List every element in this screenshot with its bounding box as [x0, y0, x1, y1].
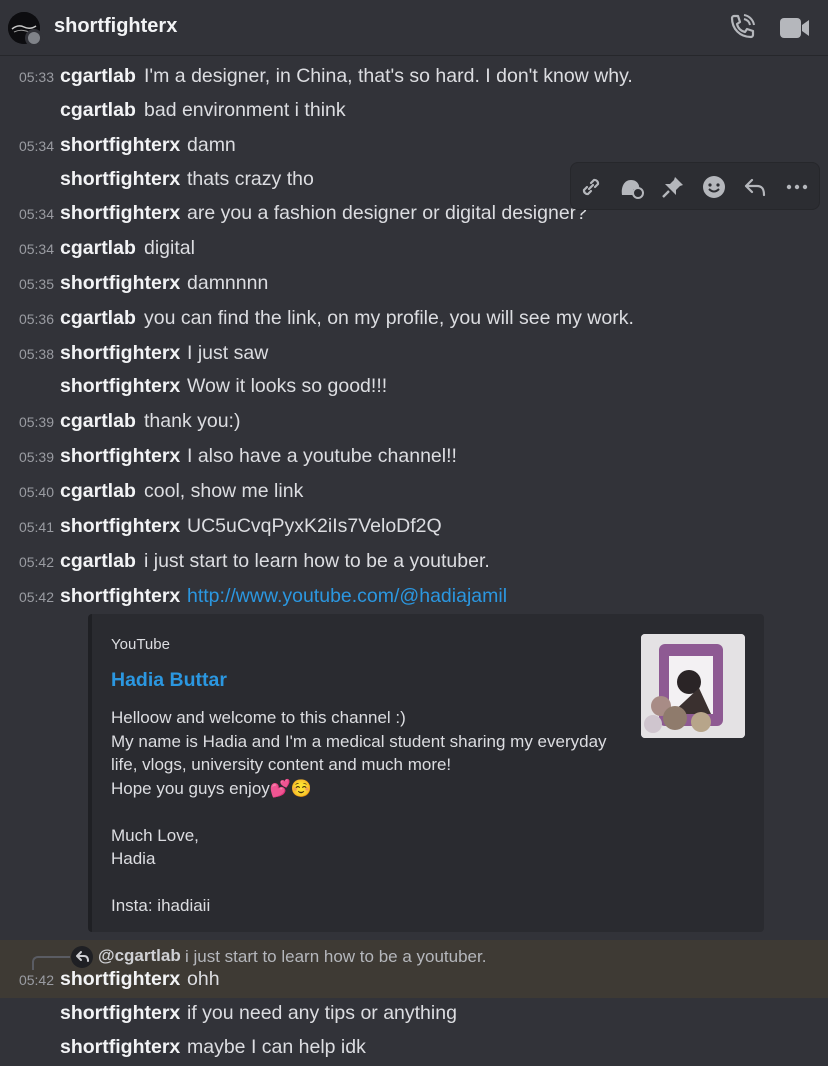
video-camera-icon[interactable] [779, 15, 811, 46]
embed-description-line: Much Love, [111, 825, 199, 845]
embed-description-line: Hope you guys enjoy💕☺️ [111, 778, 313, 798]
channel-header: shortfighterx [0, 0, 828, 56]
message-timestamp: 05:39 [18, 414, 54, 430]
message[interactable]: 05:34 shortfighterx damn [0, 130, 828, 164]
message-author[interactable]: cgartlab [60, 480, 136, 503]
message-author[interactable]: shortfighterx [60, 202, 180, 225]
embed-description-line: Hadia [111, 849, 156, 868]
message[interactable]: cgartlab bad environment i think [0, 95, 828, 129]
embed-description-line: life, vlogs, university content and much… [111, 755, 452, 774]
message-text: are you a fashion designer or digital de… [187, 202, 588, 224]
message-text: ohh [187, 968, 220, 990]
message-timestamp: 05:34 [18, 241, 54, 257]
message-author[interactable]: cgartlab [60, 99, 136, 122]
message-text: damn [187, 134, 236, 156]
message[interactable]: 05:40 cgartlab cool, show me link [0, 476, 828, 510]
message-timestamp: 05:41 [18, 519, 54, 535]
message[interactable]: 05:42 shortfighterx ohh [0, 964, 828, 998]
message[interactable]: 05:35 shortfighterx damnnnn [0, 268, 828, 302]
page-title: shortfighterx [54, 15, 178, 37]
embed-description-line: My name is Hadia and I'm a medical stude… [111, 731, 607, 751]
embed-description-line [111, 871, 607, 895]
message[interactable]: shortfighterx if you need any tips or an… [0, 998, 828, 1032]
embed-description-line: Helloow and welcome to this channel :) [111, 708, 406, 727]
message[interactable]: 05:42 cgartlab i just start to learn how t… [0, 546, 828, 580]
message-text: damnnnn [187, 272, 269, 294]
link-embed: YouTube Hadia Buttar Helloow and welcome… [88, 614, 764, 932]
message-timestamp: 05:35 [18, 276, 54, 292]
message[interactable]: 05:42 shortfighterx http://www.youtube.com… [0, 581, 828, 615]
message-author[interactable]: shortfighterx [60, 585, 180, 608]
message[interactable]: shortfighterx maybe I can help idk [0, 1032, 828, 1066]
message-timestamp: 05:42 [18, 972, 54, 988]
embed-description-line [111, 800, 607, 824]
embed-description: Helloow and welcome to this channel :) My… [111, 706, 607, 918]
message-text: cool, show me link [144, 480, 304, 502]
phone-call-icon[interactable] [728, 14, 758, 47]
message-author[interactable]: shortfighterx [60, 515, 180, 538]
message-text: i just start to learn how to be a youtub… [144, 550, 490, 572]
link-icon[interactable] [579, 175, 603, 199]
message-author[interactable]: shortfighterx [60, 168, 180, 191]
message-author[interactable]: shortfighterx [60, 968, 180, 991]
pin-icon[interactable] [661, 175, 685, 199]
message-text: bad environment i think [144, 99, 346, 121]
message-timestamp: 05:39 [18, 449, 54, 465]
embed-description-line: Insta: ihadiaii [111, 896, 211, 915]
message[interactable]: 05:39 cgartlab thank you:) [0, 406, 828, 440]
message-author[interactable]: shortfighterx [60, 375, 180, 398]
embed-title[interactable]: Hadia Buttar [111, 669, 227, 692]
embed-thumbnail[interactable] [641, 634, 745, 738]
message-text: I just saw [187, 342, 269, 364]
message[interactable]: 05:41 shortfighterx UC5uCvqPyxK2iIs7VeloDf… [0, 511, 828, 545]
message-author[interactable]: cgartlab [60, 410, 136, 433]
message-text: UC5uCvqPyxK2iIs7VeloDf2Q [187, 515, 442, 537]
message-timestamp: 05:34 [18, 206, 54, 222]
message-actions-toolbar [570, 162, 820, 210]
message-timestamp: 05:38 [18, 346, 54, 362]
message-author[interactable]: cgartlab [60, 65, 136, 88]
message-author[interactable]: cgartlab [60, 237, 136, 260]
message-text: thats crazy tho [187, 168, 314, 190]
message-timestamp: 05:34 [18, 138, 54, 154]
message-author[interactable]: cgartlab [60, 307, 136, 330]
message-timestamp: 05:42 [18, 589, 54, 605]
message-author[interactable]: shortfighterx [60, 134, 180, 157]
message-author[interactable]: shortfighterx [60, 272, 180, 295]
message-author[interactable]: shortfighterx [60, 1002, 180, 1025]
message[interactable]: 05:34 cgartlab digital [0, 233, 828, 267]
message-text: I'm a designer, in China, that's so hard… [144, 65, 633, 87]
message[interactable]: shortfighterx Wow it looks so good!!! [0, 371, 828, 405]
reply-reference-author[interactable]: @cgartlab [98, 946, 181, 966]
message[interactable]: 05:36 cgartlab you can find the link, on m… [0, 303, 828, 337]
message-timestamp: 05:40 [18, 484, 54, 500]
message-text: if you need any tips or anything [187, 1002, 457, 1024]
message[interactable]: 05:39 shortfighterx I also have a youtube … [0, 441, 828, 475]
message-timestamp: 05:33 [18, 69, 54, 85]
message-text: I also have a youtube channel!! [187, 445, 457, 467]
thread-icon[interactable] [619, 175, 644, 199]
message-author[interactable]: shortfighterx [60, 1036, 180, 1059]
message-text: digital [144, 237, 195, 259]
message-text: thank you:) [144, 410, 241, 432]
message-author[interactable]: shortfighterx [60, 342, 180, 365]
message-timestamp: 05:42 [18, 554, 54, 570]
message-link[interactable]: http://www.youtube.com/@hadiajamil [187, 585, 507, 608]
message-author[interactable]: shortfighterx [60, 445, 180, 468]
message[interactable]: 05:33 cgartlab I'm a designer, in China, t… [0, 61, 828, 95]
message-timestamp: 05:36 [18, 311, 54, 327]
message-author[interactable]: cgartlab [60, 550, 136, 573]
more-icon[interactable] [785, 175, 809, 199]
message-text: you can find the link, on my profile, yo… [144, 307, 634, 329]
message-text: Wow it looks so good!!! [187, 375, 388, 397]
status-indicator [25, 29, 43, 47]
reply-icon[interactable] [743, 175, 767, 199]
embed-provider[interactable]: YouTube [111, 636, 170, 653]
message[interactable]: 05:38 shortfighterx I just saw [0, 338, 828, 372]
emoji-icon[interactable] [702, 175, 726, 199]
message-text: maybe I can help idk [187, 1036, 366, 1058]
